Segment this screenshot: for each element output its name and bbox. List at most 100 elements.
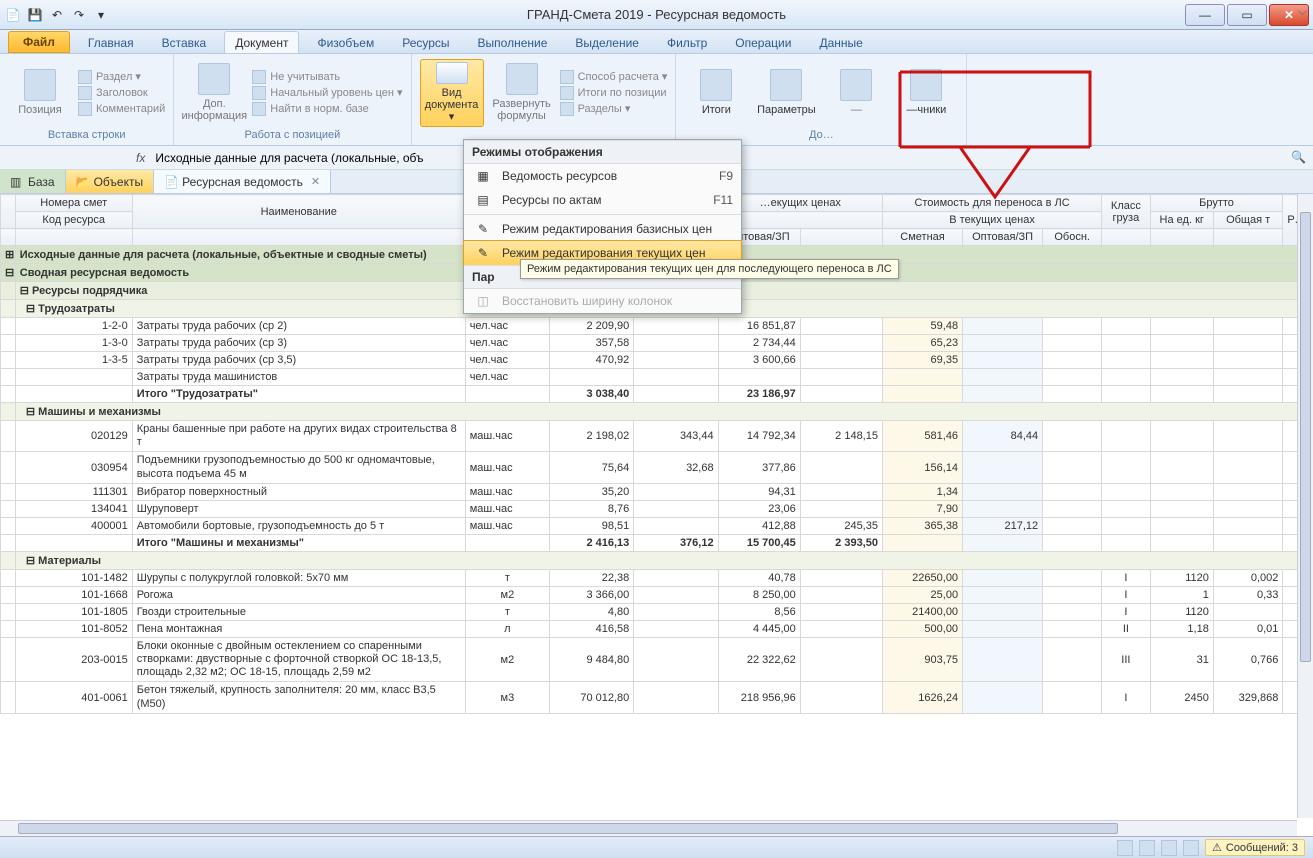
tab-insert[interactable]: Вставка bbox=[152, 32, 217, 53]
qat-dropdown[interactable]: ▾ bbox=[92, 6, 110, 24]
grid-body[interactable]: ⊞Исходные данные для расчета (локальные,… bbox=[1, 246, 1313, 714]
view-document-label: Вид документа ▾ bbox=[423, 87, 481, 123]
columns-icon: ◫ bbox=[472, 292, 494, 310]
menu-item-resources-by-acts[interactable]: ▤Ресурсы по актамF11 bbox=[464, 188, 741, 212]
sigma-icon bbox=[700, 69, 732, 101]
tab-resources[interactable]: Ресурсы bbox=[392, 32, 459, 53]
qat-save[interactable]: 💾 bbox=[26, 6, 44, 24]
table-row: 111301Вибратор поверхностныймаш.час35,20… bbox=[1, 483, 1313, 500]
calcmode-icon bbox=[560, 70, 574, 84]
group-caption: Вставка строки bbox=[8, 127, 165, 145]
table-row: 101-1805Гвозди строительныет4,808,562140… bbox=[1, 603, 1313, 620]
col-klass[interactable]: Класс груза bbox=[1102, 195, 1150, 229]
col-expand[interactable] bbox=[1, 195, 16, 229]
scrollbar-thumb[interactable] bbox=[1300, 212, 1311, 662]
qat-undo[interactable]: ↶ bbox=[48, 6, 66, 24]
table-row: 1-3-5Затраты труда рабочих (ср 3,5)чел.ч… bbox=[1, 352, 1313, 369]
col-obsch[interactable]: Общая т bbox=[1213, 212, 1283, 229]
addinfo-icon bbox=[198, 63, 230, 95]
view-document-dropdown: Режимы отображения ▦Ведомость ресурсовF9… bbox=[463, 139, 742, 314]
params-icon bbox=[770, 69, 802, 101]
sources-button[interactable]: —чники bbox=[894, 59, 958, 127]
col-obosn[interactable]: Обосн. bbox=[1043, 229, 1102, 246]
maximize-button[interactable]: ▭ bbox=[1227, 4, 1267, 26]
status-icon-1[interactable] bbox=[1117, 840, 1133, 856]
table-row: 134041Шуруповертмаш.час8,7623,067,90 bbox=[1, 500, 1313, 517]
folder-open-icon: 📂 bbox=[76, 175, 90, 189]
col-naed[interactable]: На ед. кг bbox=[1150, 212, 1213, 229]
tab-data[interactable]: Данные bbox=[809, 32, 872, 53]
col-code[interactable]: Код ресурса bbox=[15, 212, 132, 229]
parameters-button[interactable]: Параметры bbox=[754, 59, 818, 127]
doctab-document[interactable]: 📄Ресурсная ведомость✕ bbox=[154, 170, 331, 193]
col-opt2[interactable]: Оптовая/ЗП bbox=[963, 229, 1043, 246]
col-smet[interactable]: Сметная bbox=[882, 229, 962, 246]
fx-label: fx bbox=[136, 151, 145, 165]
comment-icon bbox=[78, 102, 92, 116]
col-name[interactable]: Наименование bbox=[132, 195, 465, 229]
quick-access-toolbar: 📄 💾 ↶ ↷ ▾ bbox=[4, 6, 110, 24]
minimize-button[interactable]: — bbox=[1185, 4, 1225, 26]
statusbar: ⚠Сообщений: 3 bbox=[0, 836, 1313, 858]
tab-filter[interactable]: Фильтр bbox=[657, 32, 717, 53]
table-icon: ▤ bbox=[472, 191, 494, 209]
tab-main[interactable]: Главная bbox=[78, 32, 144, 53]
scrollbar-thumb[interactable] bbox=[18, 823, 1118, 834]
status-icon-2[interactable] bbox=[1139, 840, 1155, 856]
tab-operations[interactable]: Операции bbox=[725, 32, 801, 53]
subtotal-row: Итого "Трудозатраты"3 038,4023 186,97 bbox=[1, 386, 1313, 403]
table-row: 101-1482Шурупы с полукруглой головкой: 5… bbox=[1, 569, 1313, 586]
menu-item-reset-columns: ◫Восстановить ширину колонок bbox=[464, 289, 741, 313]
other-icon bbox=[840, 69, 872, 101]
status-icon-4[interactable] bbox=[1183, 840, 1199, 856]
col-costtransfer[interactable]: Стоимость для переноса в ЛС bbox=[882, 195, 1101, 212]
table-row: 400001Автомобили бортовые, грузоподъемно… bbox=[1, 517, 1313, 534]
noaccount-icon bbox=[252, 70, 266, 84]
noaccount-button: Не учитывать bbox=[252, 70, 402, 84]
sections-button[interactable]: Разделы ▾ bbox=[560, 102, 668, 116]
calcmode-button[interactable]: Способ расчета ▾ bbox=[560, 70, 668, 84]
col-num[interactable]: Номера смет bbox=[15, 195, 132, 212]
addinfo-button: Доп. информация bbox=[182, 59, 246, 127]
menu-item-resource-list[interactable]: ▦Ведомость ресурсовF9 bbox=[464, 164, 741, 188]
window-buttons: — ▭ ✕ bbox=[1185, 4, 1309, 26]
position-icon bbox=[24, 69, 56, 101]
messages-badge[interactable]: ⚠Сообщений: 3 bbox=[1205, 839, 1305, 856]
itogi-button[interactable]: Итоги bbox=[684, 59, 748, 127]
ribbon-group-work-position: Доп. информация Не учитывать Начальный у… bbox=[174, 54, 411, 145]
ribbon-body: Позиция Раздел ▾ Заголовок Комментарий В… bbox=[0, 54, 1313, 146]
dropdown-header: Режимы отображения bbox=[464, 140, 741, 164]
section-button[interactable]: Раздел ▾ bbox=[78, 70, 165, 84]
tab-document[interactable]: Документ bbox=[224, 31, 299, 53]
doctab-objects[interactable]: 📂Объекты bbox=[66, 170, 155, 193]
horizontal-scrollbar[interactable] bbox=[0, 820, 1297, 836]
ribbon-group-view: Вид документа ▾ Развернуть формулы Спосо… bbox=[412, 54, 676, 145]
itogipos-icon bbox=[560, 86, 574, 100]
ribbon-collapse-icon[interactable]: ⌵ bbox=[1298, 4, 1307, 19]
tab-vypolnenie[interactable]: Выполнение bbox=[468, 32, 558, 53]
subtotal-row: Итого "Машины и механизмы"2 416,13376,12… bbox=[1, 534, 1313, 551]
view-document-button[interactable]: Вид документа ▾ bbox=[420, 59, 484, 127]
doctab-base[interactable]: ▥База bbox=[0, 170, 66, 193]
tab-selection[interactable]: Выделение bbox=[565, 32, 649, 53]
vertical-scrollbar[interactable] bbox=[1297, 194, 1313, 818]
other-button-1: — bbox=[824, 59, 888, 127]
section-icon bbox=[78, 70, 92, 84]
status-icon-3[interactable] bbox=[1161, 840, 1177, 856]
col-empty[interactable] bbox=[718, 212, 882, 229]
tab-file[interactable]: Файл bbox=[8, 31, 70, 53]
col-curprices-a[interactable]: …екущих ценах bbox=[718, 195, 882, 212]
search-icon[interactable]: 🔍 bbox=[1291, 150, 1307, 166]
initprice-button: Начальный уровень цен ▾ bbox=[252, 86, 402, 100]
qat-redo[interactable]: ↷ bbox=[70, 6, 88, 24]
col-curprices2[interactable]: В текущих ценах bbox=[882, 212, 1101, 229]
edit-icon: ✎ bbox=[472, 220, 494, 238]
col-brutto[interactable]: Брутто bbox=[1150, 195, 1283, 212]
tab-fizobem[interactable]: Физобъем bbox=[307, 32, 384, 53]
expand-formulas-button: Развернуть формулы bbox=[490, 59, 554, 127]
app-icon[interactable]: 📄 bbox=[4, 6, 22, 24]
group-caption: Работа с позицией bbox=[182, 127, 402, 145]
comment-button: Комментарий bbox=[78, 102, 165, 116]
menu-item-edit-base-prices[interactable]: ✎Режим редактирования базисных цен bbox=[464, 217, 741, 241]
doctab-close-icon[interactable]: ✕ bbox=[311, 175, 320, 188]
